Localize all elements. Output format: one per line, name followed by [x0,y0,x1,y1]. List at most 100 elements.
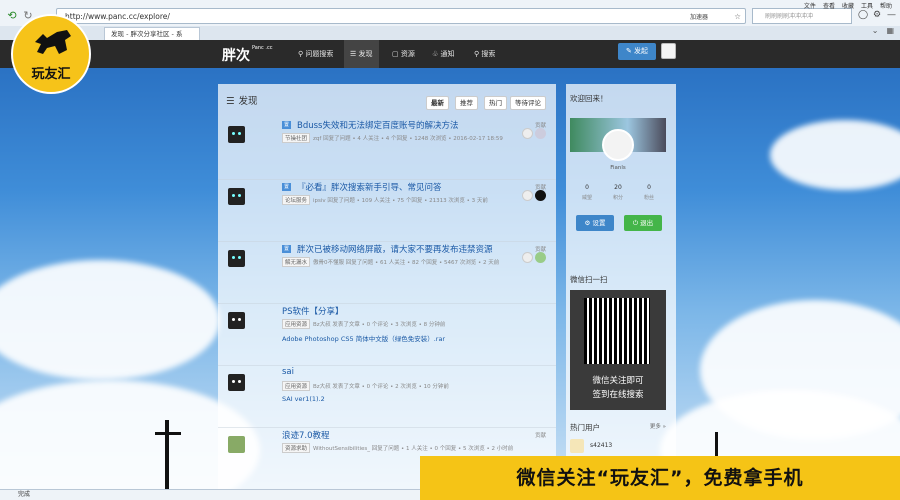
stat-reputation: 0 威望 [581,184,592,201]
post-avatar[interactable] [228,250,245,267]
contributor-avatar[interactable] [535,190,546,201]
nav-resources[interactable]: ▢ 资源 [386,40,421,68]
attachment-link[interactable]: Adobe Photoshop CS5 简体中文版（绿色免安装）.rar [282,333,445,343]
post-meta: 资源求助 WithoutSensibilities_ 回复了问题 • 1 人关注 … [282,443,513,453]
hot-user-name[interactable]: s42413 [590,442,612,449]
profile-username[interactable]: Fianls [566,165,670,171]
hot-user-avatar[interactable] [570,439,584,453]
post-meta: 应用资源 Bz大叔 发表了文章 • 0 个评论 • 3 次浏览 • 8 分钟前 [282,319,445,329]
menu-tools[interactable]: 工具 [861,1,873,10]
contributor-avatar[interactable] [535,128,546,139]
post-item[interactable]: PS软件【分享】 应用资源 Bz大叔 发表了文章 • 0 个评论 • 3 次浏览 … [218,304,556,366]
post-title[interactable]: 浪迹7.0教程 [282,429,330,441]
post-avatar[interactable] [228,188,245,205]
contributor-avatar[interactable] [535,252,546,263]
menu-help[interactable]: 帮助 [880,1,892,10]
post-avatar[interactable] [228,374,245,391]
post-tag[interactable]: 论坛服务 [282,195,311,205]
nav-question-search[interactable]: ⚲ 问题搜索 [292,40,339,68]
filter-hot[interactable]: 热门 [484,96,507,110]
url-text: http://www.panc.cc/explore/ [65,12,170,21]
post-meta: 解无漏水 傲骨0不懂服 回复了问题 • 61 人关注 • 82 个回复 • 546… [282,257,499,267]
post-tag[interactable]: 解无漏水 [282,257,311,267]
attachment-link[interactable]: SAI ver1(1).2 [282,395,325,403]
accelerator-label[interactable]: 加速器 [690,12,708,21]
star-icon[interactable]: ☆ [734,9,741,24]
contributor-avatar[interactable] [522,190,533,201]
minus-icon[interactable]: — [887,10,896,20]
watermark-logo: 玩友汇 [11,14,91,94]
page-title: ☰ 发现 [226,96,258,107]
post-avatar[interactable] [228,126,245,143]
contributor-avatar[interactable] [522,128,533,139]
wechat-heading: 微信扫一扫 [570,275,608,284]
address-bar[interactable]: http://www.panc.cc/explore/ ☆ [56,8,746,24]
logout-button[interactable]: ⏻ 退出 [624,215,662,231]
tab-active[interactable]: 发现 - 胖次分享社区 - 系 [104,27,200,40]
pinned-badge: 置 [282,183,291,191]
settings-button[interactable]: ⚙ 设置 [576,215,614,231]
contributors-label: 贡献 [534,433,546,439]
menu-favorites[interactable]: 收藏 [842,1,854,10]
filter-recommended[interactable]: 推荐 [455,96,478,110]
post-avatar[interactable] [228,312,245,329]
welcome-heading: 欢迎回来！ [570,94,608,103]
post-meta: 应用资源 Bz大叔 发表了文章 • 0 个评论 • 2 次浏览 • 10 分钟前 [282,381,449,391]
contributor-avatar[interactable] [522,252,533,263]
cloud-decoration [0,260,220,380]
site-logo[interactable]: 胖次 Panc .cc [222,45,272,65]
pinned-badge: 置 [282,245,291,253]
browser-search-input[interactable]: 刷刷刷刷冲冲冲冲 [752,8,852,24]
gear-icon[interactable]: ⚙ [873,10,881,20]
promo-banner: 微信关注“玩友汇”，免费拿手机 [420,456,900,500]
post-item[interactable]: sai 应用资源 Bz大叔 发表了文章 • 0 个评论 • 2 次浏览 • 10 … [218,366,556,428]
post-tag[interactable]: 应用资源 [282,319,311,329]
nav-notifications[interactable]: ♧ 通知 [426,40,461,68]
hot-users-heading: 热门用户 [570,423,600,432]
list-icon: ☰ [226,96,235,107]
wechat-qr-card: 微信关注即可 签到在线搜索 [570,290,666,410]
cloud-decoration [770,120,900,190]
nav-discover[interactable]: ☰ 发现 [344,40,379,68]
post-item[interactable]: 置 胖次已被移动网络屏蔽，请大家不要再发布违禁资源 解无漏水 傲骨0不懂服 回复了… [218,242,556,304]
filter-awaiting[interactable]: 等待评论 [510,96,546,110]
tab-title: 发现 - 胖次分享社区 - 系 [111,30,183,38]
post-title[interactable]: 胖次已被移动网络屏蔽，请大家不要再发布违禁资源 [297,243,493,255]
qr-code [584,298,650,364]
post-title[interactable]: 『必看』胖次搜索新手引导、常见问答 [297,181,442,193]
post-item[interactable]: 置 Bduss失效和无法绑定百度账号的解决方法 节操社团 zqf 回复了问题 • … [218,118,556,180]
qr-caption-1: 微信关注即可 [592,376,644,386]
nav-search[interactable]: ⚲ 搜索 [468,40,501,68]
menu-file[interactable]: 文件 [804,1,816,10]
menu-view[interactable]: 查看 [823,1,835,10]
status-bar: 完成 [0,489,420,500]
chevron-down-icon[interactable]: ⌄ [872,26,879,35]
post-tag[interactable]: 资源求助 [282,443,311,453]
utility-pole [155,432,181,435]
post-title[interactable]: sai [282,367,294,377]
globe-icon[interactable]: ◯ [858,10,868,20]
stat-points: 20 积分 [612,184,623,201]
user-avatar[interactable] [661,43,676,59]
tab-controls: ⌄ ▦ [872,26,894,35]
back-icon[interactable]: ⟲ [4,7,20,23]
pinned-badge: 置 [282,121,291,129]
post-avatar[interactable] [228,436,245,453]
post-meta: 论坛服务 ipsiv 回复了问题 • 109 人关注 • 75 个回复 • 213… [282,195,488,205]
discover-panel: ☰ 发现 最新 推荐 热门 等待评论 置 Bduss失效和无法绑定百度账号的解决方… [218,84,556,489]
post-item[interactable]: 置 『必看』胖次搜索新手引导、常见问答 论坛服务 ipsiv 回复了问题 • 10… [218,180,556,242]
more-link[interactable]: 更多 » [650,422,666,430]
post-title[interactable]: PS软件【分享】 [282,305,344,317]
grid-icon[interactable]: ▦ [886,26,894,35]
tab-bar: 发现 - 胖次分享社区 - 系 ⌄ ▦ [0,26,900,40]
profile-avatar[interactable] [602,129,634,161]
post-title[interactable]: Bduss失效和无法绑定百度账号的解决方法 [297,119,458,131]
publish-button[interactable]: ✎ 发起 [618,43,656,60]
stat-followers: 0 粉丝 [643,184,654,201]
filter-latest[interactable]: 最新 [426,96,449,110]
dog-icon [35,30,71,54]
browser-menubar: 文件 查看 收藏 工具 帮助 [804,1,892,10]
post-meta: 节操社团 zqf 回复了问题 • 4 人关注 • 4 个回复 • 1248 次浏览… [282,133,503,143]
post-tag[interactable]: 应用资源 [282,381,311,391]
post-tag[interactable]: 节操社团 [282,133,311,143]
